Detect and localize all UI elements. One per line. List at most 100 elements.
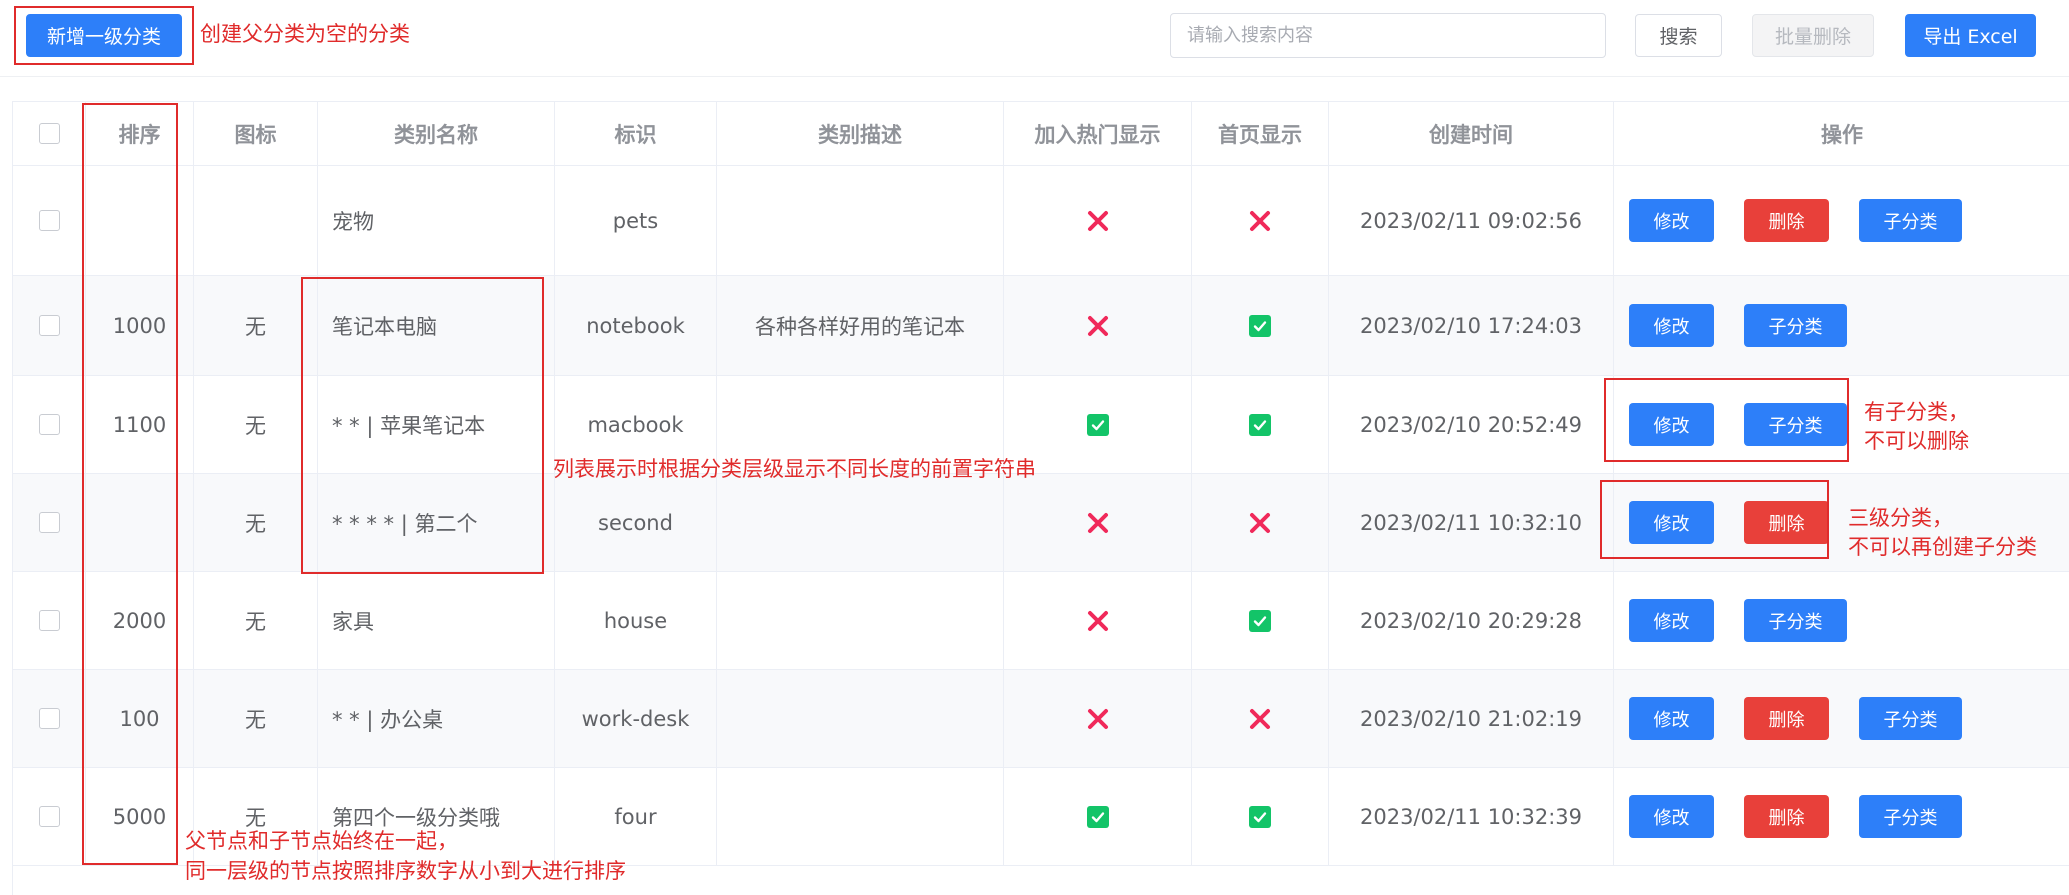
cell-created: 2023/02/10 17:24:03 [1329,276,1614,375]
search-input[interactable] [1170,13,1606,58]
green-check-icon [1249,314,1271,337]
annotation-level3-line1: 三级分类， [1848,506,1953,530]
row-checkbox[interactable] [38,414,60,435]
row-checkbox[interactable] [38,806,60,827]
cell-desc: 各种各样好用的笔记本 [717,276,1004,375]
edit-button[interactable]: 修改 [1629,304,1714,347]
cell-desc [717,670,1004,767]
subcategory-button[interactable]: 子分类 [1744,304,1847,347]
cell-desc [717,572,1004,669]
row-select-cell [13,166,86,275]
table-header: 排序 图标 类别名称 标识 类别描述 加入热门显示 首页显示 创建时间 操作 [13,102,2069,166]
row-actions: 修改 子分类 [1614,276,2069,375]
delete-button[interactable]: 删除 [1744,199,1829,242]
red-cross-icon [1248,511,1272,535]
row-select-cell [13,572,86,669]
row-checkbox[interactable] [38,708,60,729]
table-row: 无 * * * * | 第二个 second 2023/02/11 10:32:10 修… [13,474,2069,572]
annotation-sorting-line1: 父节点和子节点始终在一起， [185,829,458,853]
delete-button[interactable]: 删除 [1744,501,1829,544]
green-check-icon [1249,413,1271,436]
cell-key: four [555,768,717,865]
row-select-cell [13,376,86,473]
cell-sort: 1000 [86,276,194,375]
add-root-category-button[interactable]: 新增一级分类 [26,14,182,57]
delete-button[interactable]: 删除 [1744,697,1829,740]
cell-sort [86,166,194,275]
annotation-has-children-line2: 不可以删除 [1864,429,1969,453]
red-cross-icon [1086,209,1110,233]
row-actions: 修改 删除 子分类 [1614,166,2069,275]
cell-key: work-desk [555,670,717,767]
green-check-icon [1086,413,1109,436]
export-excel-button[interactable]: 导出 Excel [1905,14,2036,57]
edit-button[interactable]: 修改 [1629,599,1714,642]
edit-button[interactable]: 修改 [1629,199,1714,242]
toolbar-divider [0,76,2069,77]
home-display-cell [1192,768,1329,865]
select-all-checkbox[interactable] [38,123,60,144]
annotation-has-children-line1: 有子分类， [1864,400,1969,424]
cell-name: * * | 办公桌 [318,670,555,767]
table-row: 1000 无笔记本电脑 notebook 各种各样好用的笔记本 2023/02/10 1… [13,276,2069,376]
edit-button[interactable]: 修改 [1629,501,1714,544]
green-check-icon [1249,609,1271,632]
home-display-cell [1192,670,1329,767]
red-cross-icon [1248,707,1272,731]
cell-key: second [555,474,717,571]
home-display-cell [1192,474,1329,571]
hot-display-cell [1004,768,1192,865]
subcategory-button[interactable]: 子分类 [1859,199,1962,242]
cell-icon [194,166,318,275]
row-checkbox[interactable] [38,315,60,336]
search-button[interactable]: 搜索 [1635,14,1722,57]
cell-created: 2023/02/10 20:29:28 [1329,572,1614,669]
row-checkbox[interactable] [38,512,60,533]
header-home: 首页显示 [1192,102,1329,165]
red-cross-icon [1086,707,1110,731]
subcategory-button[interactable]: 子分类 [1859,697,1962,740]
edit-button[interactable]: 修改 [1629,795,1714,838]
cell-sort: 100 [86,670,194,767]
row-actions: 修改 子分类 [1614,572,2069,669]
header-desc: 类别描述 [717,102,1004,165]
hot-display-cell [1004,166,1192,275]
cell-sort [86,474,194,571]
cell-name: 家具 [318,572,555,669]
delete-button[interactable]: 删除 [1744,795,1829,838]
red-cross-icon [1086,314,1110,338]
row-select-cell [13,474,86,571]
cell-created: 2023/02/11 10:32:10 [1329,474,1614,571]
cell-created: 2023/02/11 10:32:39 [1329,768,1614,865]
row-checkbox[interactable] [38,610,60,631]
cell-sort: 1100 [86,376,194,473]
cell-name: * * | 苹果笔记本 [318,376,555,473]
cell-desc [717,768,1004,865]
edit-button[interactable]: 修改 [1629,403,1714,446]
subcategory-button[interactable]: 子分类 [1859,795,1962,838]
home-display-cell [1192,572,1329,669]
header-sort[interactable]: 排序 [86,102,194,165]
header-ops: 操作 [1821,122,1863,147]
header-name: 类别名称 [318,102,555,165]
row-checkbox[interactable] [38,210,60,231]
cell-desc [717,474,1004,571]
row-actions: 修改 删除 子分类 [1614,670,2069,767]
subcategory-button[interactable]: 子分类 [1744,599,1847,642]
header-icon: 图标 [194,102,318,165]
home-display-cell [1192,376,1329,473]
subcategory-button[interactable]: 子分类 [1744,403,1847,446]
table-row: 1100 无 * * | 苹果笔记本 macbook 2023/02/10 20:52:… [13,376,2069,474]
home-display-cell [1192,276,1329,375]
edit-button[interactable]: 修改 [1629,697,1714,740]
cell-icon: 无 [194,376,318,473]
red-cross-icon [1086,609,1110,633]
cell-key: pets [555,166,717,275]
cell-key: house [555,572,717,669]
header-hot: 加入热门显示 [1004,102,1192,165]
cell-icon: 无 [194,474,318,571]
cell-sort: 2000 [86,572,194,669]
red-cross-icon [1086,511,1110,535]
row-select-cell [13,276,86,375]
green-check-icon [1086,805,1109,828]
